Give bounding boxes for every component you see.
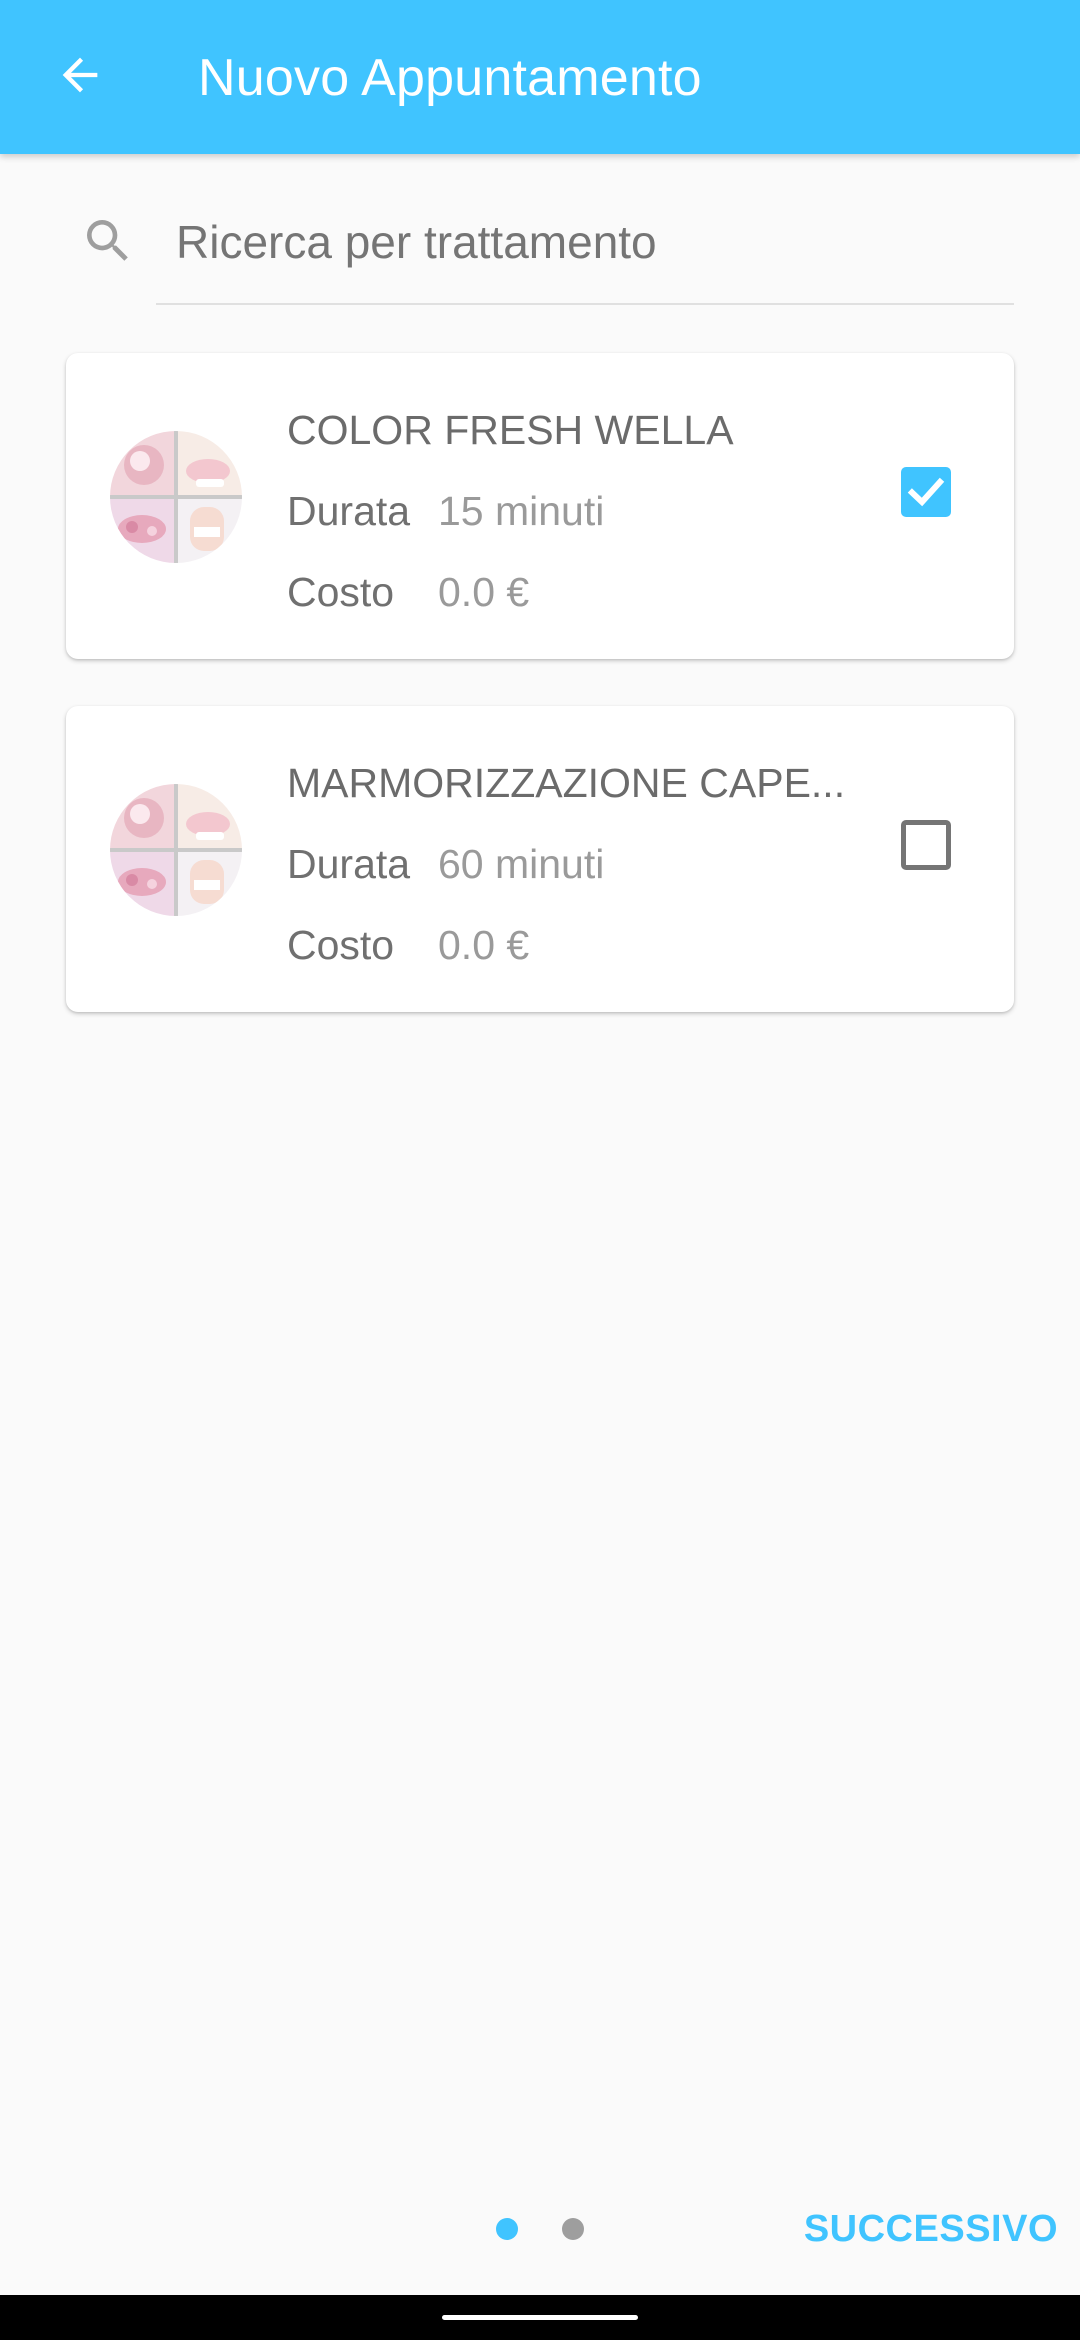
check-icon xyxy=(901,477,951,521)
treatment-thumbnail xyxy=(110,431,242,563)
duration-value: 60 minuti xyxy=(438,841,605,887)
select-checkbox[interactable] xyxy=(901,820,951,870)
cost-value: 0.0 € xyxy=(438,569,530,615)
arrow-back-icon xyxy=(54,49,106,106)
search-icon xyxy=(80,213,136,269)
search-underline xyxy=(156,303,1014,305)
cost-label: Costo xyxy=(287,922,395,968)
select-checkbox[interactable] xyxy=(901,467,951,517)
back-button[interactable] xyxy=(40,37,120,117)
treatment-name: MARMORIZZAZIONE CAPE... xyxy=(287,760,846,806)
duration-value: 15 minuti xyxy=(438,488,605,534)
treatment-card[interactable]: MARMORIZZAZIONE CAPE... Durata 60 minuti… xyxy=(66,706,1014,1012)
page-indicator xyxy=(562,2218,584,2240)
cost-label: Costo xyxy=(287,569,395,615)
duration-label: Durata xyxy=(287,488,411,534)
home-indicator[interactable] xyxy=(442,2315,638,2320)
app-bar: Nuovo Appuntamento xyxy=(0,0,1080,154)
treatment-thumbnail xyxy=(110,784,242,916)
next-button[interactable]: SUCCESSIVO xyxy=(804,2204,1058,2254)
page-indicator-active xyxy=(496,2218,518,2240)
duration-label: Durata xyxy=(287,841,411,887)
search-input[interactable] xyxy=(176,206,1008,278)
cost-value: 0.0 € xyxy=(438,922,530,968)
treatment-card[interactable]: COLOR FRESH WELLA Durata 15 minuti Costo… xyxy=(66,353,1014,659)
system-nav-bar xyxy=(0,2295,1080,2340)
page-title: Nuovo Appuntamento xyxy=(198,49,702,107)
treatment-name: COLOR FRESH WELLA xyxy=(287,407,734,453)
